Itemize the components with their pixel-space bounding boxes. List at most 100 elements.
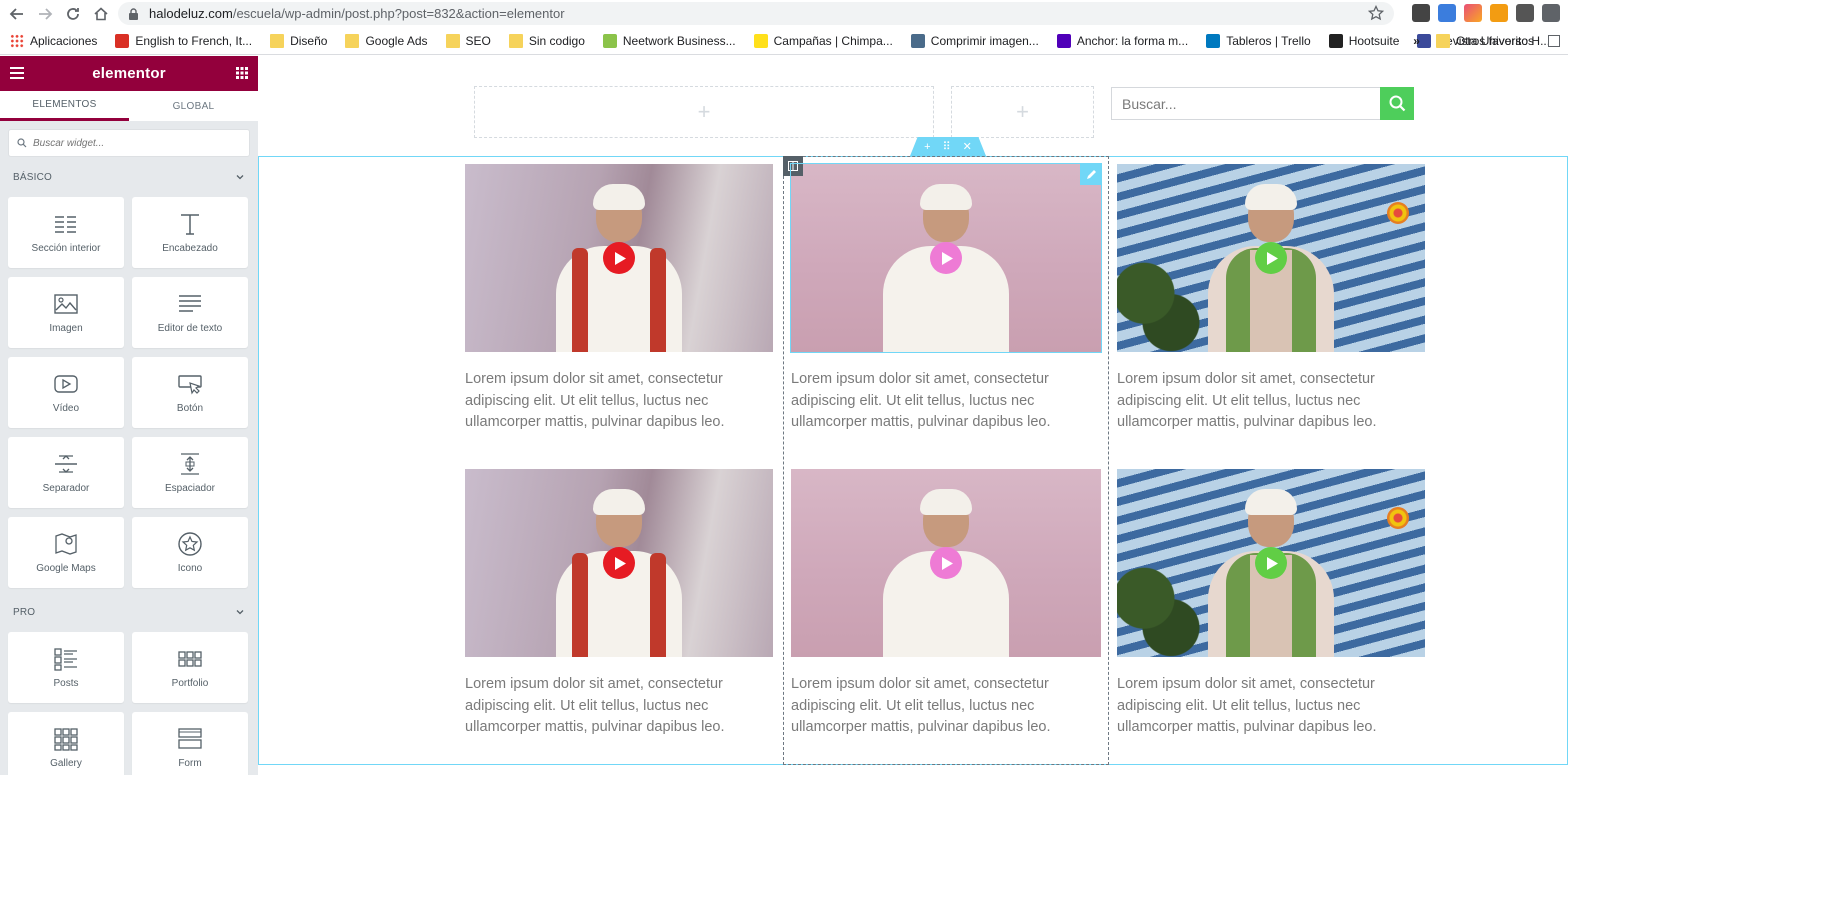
widget-gallery[interactable]: Gallery	[8, 712, 124, 775]
widgets-grid-icon[interactable]	[236, 67, 248, 79]
bookmark-star-icon[interactable]	[1368, 5, 1384, 21]
widget-label: Espaciador	[164, 483, 216, 494]
widget-button[interactable]: Botón	[132, 357, 248, 428]
widget-label: Google Maps	[36, 563, 96, 574]
menu-icon[interactable]	[10, 67, 24, 79]
play-button[interactable]	[603, 242, 635, 274]
bookmark-label: Hootsuite	[1348, 33, 1400, 48]
reading-list-icon[interactable]	[1548, 35, 1560, 47]
widget-label: Botón	[176, 403, 204, 414]
bookmark-item[interactable]: Aplicaciones	[10, 33, 98, 48]
bookmarks-overflow: » Otros favoritos	[1413, 27, 1568, 55]
widget-image[interactable]: Imagen	[8, 277, 124, 348]
widget-text-editor[interactable]: Editor de texto	[132, 277, 248, 348]
mandala-decoration	[1387, 507, 1409, 529]
chevron-down-icon	[236, 610, 244, 615]
category-header-pro[interactable]: PRO	[0, 592, 258, 632]
video-thumbnail[interactable]	[465, 469, 773, 657]
empty-column-add[interactable]: +	[474, 86, 934, 138]
column-icon	[788, 161, 798, 171]
widget-inner-section[interactable]: Sección interior	[8, 197, 124, 268]
widget-label: Gallery	[50, 758, 82, 769]
widget-spacer[interactable]: Espaciador	[132, 437, 248, 508]
site-search-input[interactable]: Buscar...	[1111, 87, 1381, 120]
other-bookmarks[interactable]: Otros favoritos	[1456, 34, 1534, 48]
more-bookmarks-button[interactable]: »	[1413, 34, 1420, 48]
category-label: BÁSICO	[13, 171, 52, 183]
bookmark-item[interactable]: Anchor: la forma m...	[1056, 33, 1188, 48]
delete-section-icon[interactable]: ✕	[963, 140, 972, 153]
widget-portfolio[interactable]: Portfolio	[132, 632, 248, 703]
home-button[interactable]	[90, 3, 112, 25]
puzzle-extensions-icon[interactable]	[1542, 4, 1560, 22]
eyedropper-extension-icon[interactable]	[1516, 4, 1534, 22]
elementor-panel: elementor ELEMENTOS GLOBAL BÁSICO Sección…	[0, 56, 258, 775]
form-icon	[178, 728, 202, 749]
google-maps-icon	[55, 533, 77, 555]
arrow-right-icon	[39, 7, 53, 20]
video-icon	[54, 375, 78, 393]
bookmark-item[interactable]: Diseño	[270, 33, 327, 48]
bookmark-item[interactable]: Hootsuite	[1328, 33, 1400, 48]
inner-section-icon	[55, 216, 77, 233]
video-thumbnail[interactable]	[1117, 164, 1425, 352]
bookmark-label: SEO	[465, 33, 491, 48]
site-search-button[interactable]	[1380, 87, 1414, 120]
bookmark-label: Sin codigo	[528, 33, 585, 48]
section-handle[interactable]: + ⠿ ✕	[910, 137, 986, 156]
divider-icon	[55, 455, 77, 473]
widget-search-input[interactable]	[33, 137, 233, 149]
search-icon	[17, 138, 27, 148]
bookmark-item[interactable]: Tableros | Trello	[1206, 33, 1311, 48]
column-handle[interactable]	[783, 156, 803, 176]
tab-elementos[interactable]: ELEMENTOS	[0, 91, 129, 121]
video-caption: Lorem ipsum dolor sit amet, consectetur …	[1117, 371, 1377, 430]
trello-icon	[1206, 33, 1221, 48]
widget-form[interactable]: Form	[132, 712, 248, 775]
bookmark-item[interactable]: Campañas | Chimpa...	[753, 33, 893, 48]
play-button[interactable]	[1255, 242, 1287, 274]
bookmark-item[interactable]: Google Ads	[345, 33, 428, 48]
bookmark-item[interactable]: SEO	[445, 33, 491, 48]
play-icon	[1267, 556, 1278, 570]
bookmark-item[interactable]: Sin codigo	[508, 33, 585, 48]
compress-icon	[910, 33, 925, 48]
forward-button[interactable]	[34, 3, 56, 25]
add-section-icon[interactable]: +	[924, 141, 930, 153]
address-bar[interactable]: halodeluz.com/escuela/wp-admin/post.php?…	[118, 2, 1394, 25]
reload-icon	[67, 7, 79, 20]
bookmark-item[interactable]: English to French, It...	[115, 33, 252, 48]
mandala-decoration	[1387, 202, 1409, 224]
play-button[interactable]	[603, 547, 635, 579]
folder-icon	[445, 33, 460, 48]
video-thumbnail[interactable]	[1117, 469, 1425, 657]
video-thumbnail[interactable]	[465, 164, 773, 352]
folder-icon	[508, 33, 523, 48]
browser-toolbar: halodeluz.com/escuela/wp-admin/post.php?…	[0, 0, 1568, 27]
widget-google-maps[interactable]: Google Maps	[8, 517, 124, 588]
back-button[interactable]	[6, 3, 28, 25]
play-button[interactable]	[1255, 547, 1287, 579]
reload-button[interactable]	[62, 3, 84, 25]
category-header-básico[interactable]: BÁSICO	[0, 157, 258, 197]
widget-divider[interactable]: Separador	[8, 437, 124, 508]
color-extension-icon[interactable]	[1464, 4, 1482, 22]
widget-label: Sección interior	[31, 243, 101, 254]
url-path: /escuela/wp-admin/post.php?post=832&acti…	[232, 6, 565, 21]
widget-star[interactable]: Icono	[132, 517, 248, 588]
bookmark-label: Campañas | Chimpa...	[773, 33, 893, 48]
drag-handle-icon[interactable]: ⠿	[943, 140, 951, 153]
translate-extension-icon[interactable]	[1438, 4, 1456, 22]
widget-video[interactable]: Vídeo	[8, 357, 124, 428]
heading-icon	[181, 214, 199, 235]
tab-global[interactable]: GLOBAL	[129, 91, 258, 121]
empty-column-add-2[interactable]: +	[951, 86, 1094, 138]
news-extension-icon[interactable]	[1412, 4, 1430, 22]
bookmark-label: Aplicaciones	[30, 33, 98, 48]
edit-widget-button[interactable]	[1080, 163, 1102, 185]
ruler-extension-icon[interactable]	[1490, 4, 1508, 22]
widget-posts[interactable]: Posts	[8, 632, 124, 703]
bookmark-item[interactable]: Comprimir imagen...	[910, 33, 1039, 48]
widget-heading[interactable]: Encabezado	[132, 197, 248, 268]
bookmark-item[interactable]: Neetwork Business...	[602, 33, 736, 48]
